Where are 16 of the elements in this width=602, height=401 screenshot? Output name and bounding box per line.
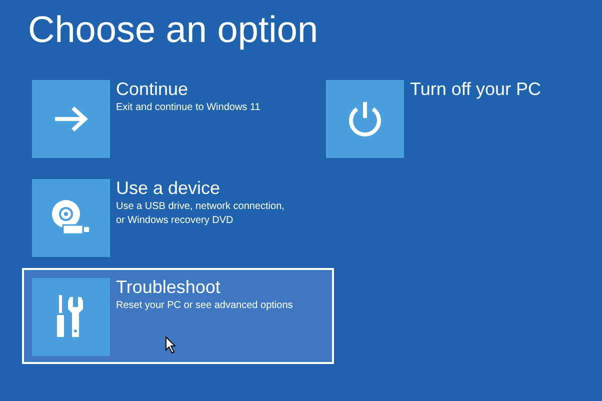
option-description: Exit and continue to Windows 11 xyxy=(116,101,260,115)
option-title: Troubleshoot xyxy=(116,276,222,299)
option-title: Use a device xyxy=(116,177,222,200)
option-description: Use a USB drive, network connection, or Windows recovery DVD xyxy=(116,200,284,228)
option-description: Reset your PC or see advanced options xyxy=(116,299,293,313)
tools-icon xyxy=(56,295,86,339)
option-button[interactable]: Turn off your PC xyxy=(316,70,602,166)
power-icon xyxy=(347,100,383,138)
option-button[interactable]: Use a device Use a USB drive, network connection, or Windows recovery DVD xyxy=(22,169,316,265)
option-button[interactable]: Troubleshoot Reset your PC or see advanced options xyxy=(22,268,334,364)
page-title: Choose an option xyxy=(28,8,320,52)
option-button[interactable]: Continue Exit and continue to Windows 11 xyxy=(22,70,316,166)
cursor-icon xyxy=(165,336,177,354)
option-title: Continue xyxy=(116,78,190,101)
option-title: Turn off your PC xyxy=(410,78,542,101)
arrow-icon xyxy=(53,106,89,132)
